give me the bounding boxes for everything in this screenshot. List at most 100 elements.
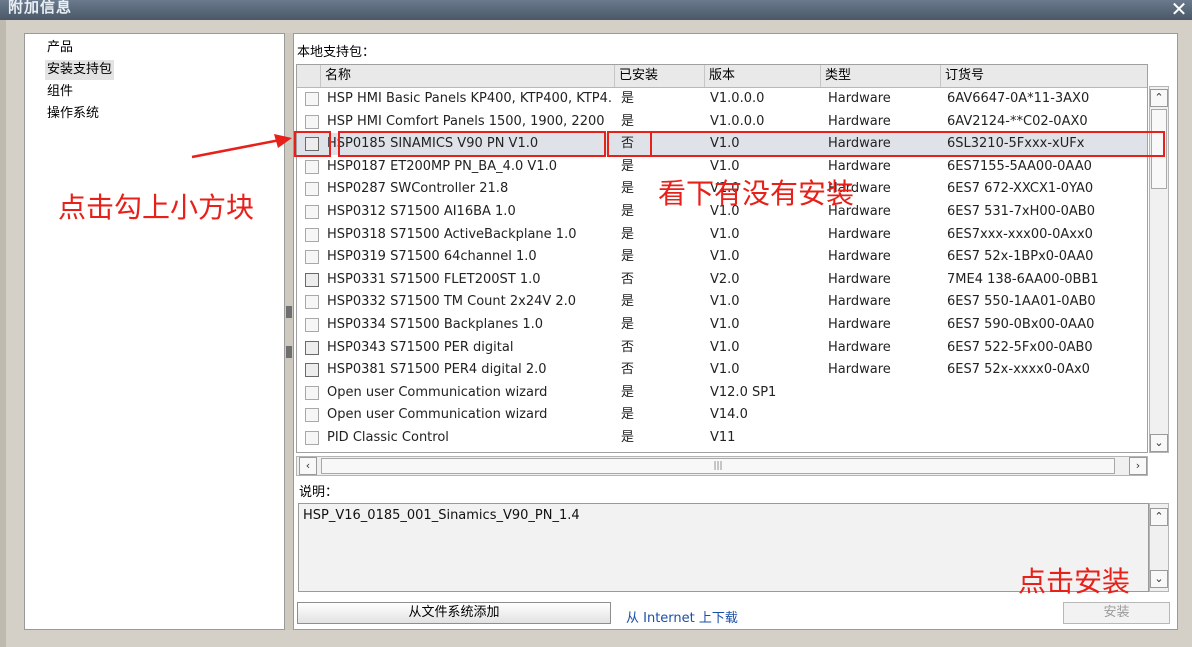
cell-type [828, 427, 938, 449]
header-type[interactable]: 类型 [821, 65, 941, 87]
cell-version: V12.0 SP1 [710, 384, 777, 400]
cell-name: HSP HMI Basic Panels KP400, KTP400, KTP4… [327, 91, 613, 106]
row-checkbox[interactable] [305, 250, 319, 265]
cell-version: V14.0 [710, 407, 748, 423]
header-version[interactable]: 版本 [705, 65, 821, 87]
row-checkbox[interactable] [305, 385, 319, 400]
row-checkbox[interactable] [305, 295, 319, 310]
sidebar-item-support-packages[interactable]: 安装支持包 [45, 60, 115, 80]
table-row[interactable]: HSP0319 S71500 64channel 1.0 是 V1.0 Hardwar… [297, 246, 1147, 268]
chevron-down-icon[interactable]: ⌄ [1150, 570, 1168, 588]
cell-installed: 否 [621, 271, 635, 287]
cell-version: V2.0 [710, 271, 740, 287]
row-checkbox[interactable] [305, 363, 319, 378]
table-row[interactable]: HSP0381 S71500 PER4 digital 2.0 否 V1.0 Hard… [297, 359, 1147, 381]
header-order-number[interactable]: 订货号 [941, 65, 1147, 87]
description-scrollbar[interactable]: ⌃ ⌄ [1149, 503, 1169, 592]
cell-name: PID Classic Control [327, 430, 449, 445]
cell-installed: 是 [621, 317, 635, 332]
row-checkbox[interactable] [305, 318, 319, 332]
cell-order-number: 6ES7 52x-1BPx0-0AA0 [947, 249, 1094, 265]
cell-version: V1.0 [710, 317, 740, 332]
table-header: 名称 已安装 版本 类型 订货号 [297, 65, 1147, 88]
row-checkbox[interactable] [305, 340, 319, 355]
table-row[interactable]: HSP0185 SINAMICS V90 PN V1.0 否 V1.0 Hardwar… [297, 133, 1147, 156]
table-row[interactable]: PID Classic Control 是 V11 [297, 427, 1147, 449]
table-horizontal-scrollbar[interactable]: ‹ ||| › [296, 456, 1148, 476]
collapse-left-icon[interactable] [286, 306, 292, 318]
install-button[interactable]: 安装 [1063, 602, 1170, 624]
chevron-left-icon[interactable]: ‹ [299, 457, 317, 475]
cell-type: Hardware [828, 226, 891, 242]
row-checkbox[interactable] [305, 272, 319, 287]
cell-installed: 是 [621, 249, 635, 265]
cell-order-number: 6ES7 672-XXCX1-0YA0 [947, 181, 1094, 197]
row-checkbox[interactable] [305, 227, 319, 242]
row-checkbox[interactable] [305, 92, 319, 106]
cell-order-number [947, 427, 1147, 449]
cell-order-number: 6ES7 52x-xxxx0-0Ax0 [947, 362, 1090, 378]
title-bar[interactable]: 附加信息 ✕ [0, 0, 1192, 20]
chevron-up-icon[interactable]: ⌃ [1150, 508, 1168, 526]
cell-order-number: 6ES7 522-5Fx00-0AB0 [947, 339, 1093, 355]
packages-table: 名称 已安装 版本 类型 订货号 HSP HMI Basic Panels KP… [296, 64, 1148, 453]
cell-type [828, 404, 938, 426]
table-row[interactable]: Open user Communication wizard 是 V14.0 [297, 404, 1147, 426]
cell-installed: 是 [621, 430, 635, 445]
cell-type: Hardware [828, 113, 891, 129]
sidebar-item-components[interactable]: 组件 [45, 82, 75, 102]
annotation-arrow-icon [191, 134, 292, 159]
cell-type: Hardware [828, 317, 891, 332]
annotation-click-install: 点击安装 [1018, 565, 1131, 598]
table-row[interactable]: HSP0318 S71500 ActiveBackplane 1.0 是 V1.0 H… [297, 224, 1147, 246]
cell-order-number: 6ES7155-5AA00-0AA0 [947, 158, 1092, 174]
chevron-up-icon[interactable]: ⌃ [1150, 89, 1168, 107]
add-from-filesystem-button[interactable]: 从文件系统添加 [297, 602, 611, 624]
row-checkbox[interactable] [305, 182, 319, 197]
cell-type: Hardware [828, 339, 891, 355]
cell-order-number: 6ES7 590-0Bx00-0AA0 [947, 317, 1095, 332]
cell-name: HSP0343 S71500 PER digital [327, 339, 514, 355]
cell-order-number: 6ES7xxx-xxx00-0Axx0 [947, 226, 1093, 242]
expand-right-icon[interactable] [286, 346, 292, 358]
cell-order-number: 6ES7 550-1AA01-0AB0 [947, 294, 1096, 310]
scroll-thumb[interactable] [1151, 109, 1167, 189]
cell-name: HSP0318 S71500 ActiveBackplane 1.0 [327, 226, 577, 242]
sidebar-item-products[interactable]: 产品 [45, 38, 75, 58]
sidebar-item-operating-system[interactable]: 操作系统 [45, 104, 101, 124]
cell-installed: 是 [621, 113, 635, 129]
cell-type: Hardware [828, 271, 891, 287]
annotation-check-installed: 看下有没有安装 [658, 177, 855, 210]
header-installed[interactable]: 已安装 [615, 65, 705, 87]
table-row[interactable]: Open user Communication wizard 是 V12.0 SP1 [297, 382, 1147, 404]
cell-installed: 是 [621, 294, 635, 310]
table-row[interactable]: HSP0331 S71500 FLET200ST 1.0 否 V2.0 Hardwar… [297, 269, 1147, 291]
row-checkbox[interactable] [305, 408, 319, 423]
cell-installed: 否 [621, 339, 635, 355]
table-row[interactable]: HSP0334 S71500 Backplanes 1.0 是 V1.0 Hardwa… [297, 314, 1147, 336]
cell-order-number [947, 382, 1147, 404]
row-checkbox[interactable] [305, 114, 319, 129]
row-checkbox[interactable] [305, 159, 319, 174]
cell-type: Hardware [828, 249, 891, 265]
scroll-thumb-horizontal[interactable]: ||| [321, 458, 1115, 474]
panel-splitter[interactable] [285, 33, 293, 630]
header-name[interactable]: 名称 [321, 65, 615, 87]
chevron-right-icon[interactable]: › [1129, 457, 1147, 475]
download-from-internet-link[interactable]: 从 Internet 上下载 [626, 607, 738, 626]
row-checkbox[interactable] [305, 431, 319, 445]
close-icon[interactable]: ✕ [1168, 0, 1190, 20]
cell-order-number: 7ME4 138-6AA00-0BB1 [947, 271, 1099, 287]
table-vertical-scrollbar[interactable]: ⌃ ⌄ [1149, 86, 1169, 453]
cell-version: V1.0.0.0 [710, 113, 765, 129]
table-row[interactable]: HSP HMI Basic Panels KP400, KTP400, KTP4… [297, 88, 1147, 110]
table-row[interactable]: HSP0343 S71500 PER digital 否 V1.0 Hardware 6… [297, 337, 1147, 359]
cell-name: HSP0381 S71500 PER4 digital 2.0 [327, 362, 547, 378]
row-checkbox[interactable] [305, 137, 319, 152]
row-checkbox[interactable] [305, 205, 319, 219]
cell-version: V1.0 [710, 339, 740, 355]
cell-name: HSP HMI Comfort Panels 1500, 1900, 2200 [327, 113, 605, 129]
table-row[interactable]: HSP0332 S71500 TM Count 2x24V 2.0 是 V1.0 Ha… [297, 291, 1147, 313]
table-row[interactable]: HSP HMI Comfort Panels 1500, 1900, 2200 是… [297, 111, 1147, 133]
chevron-down-icon[interactable]: ⌄ [1150, 434, 1168, 452]
